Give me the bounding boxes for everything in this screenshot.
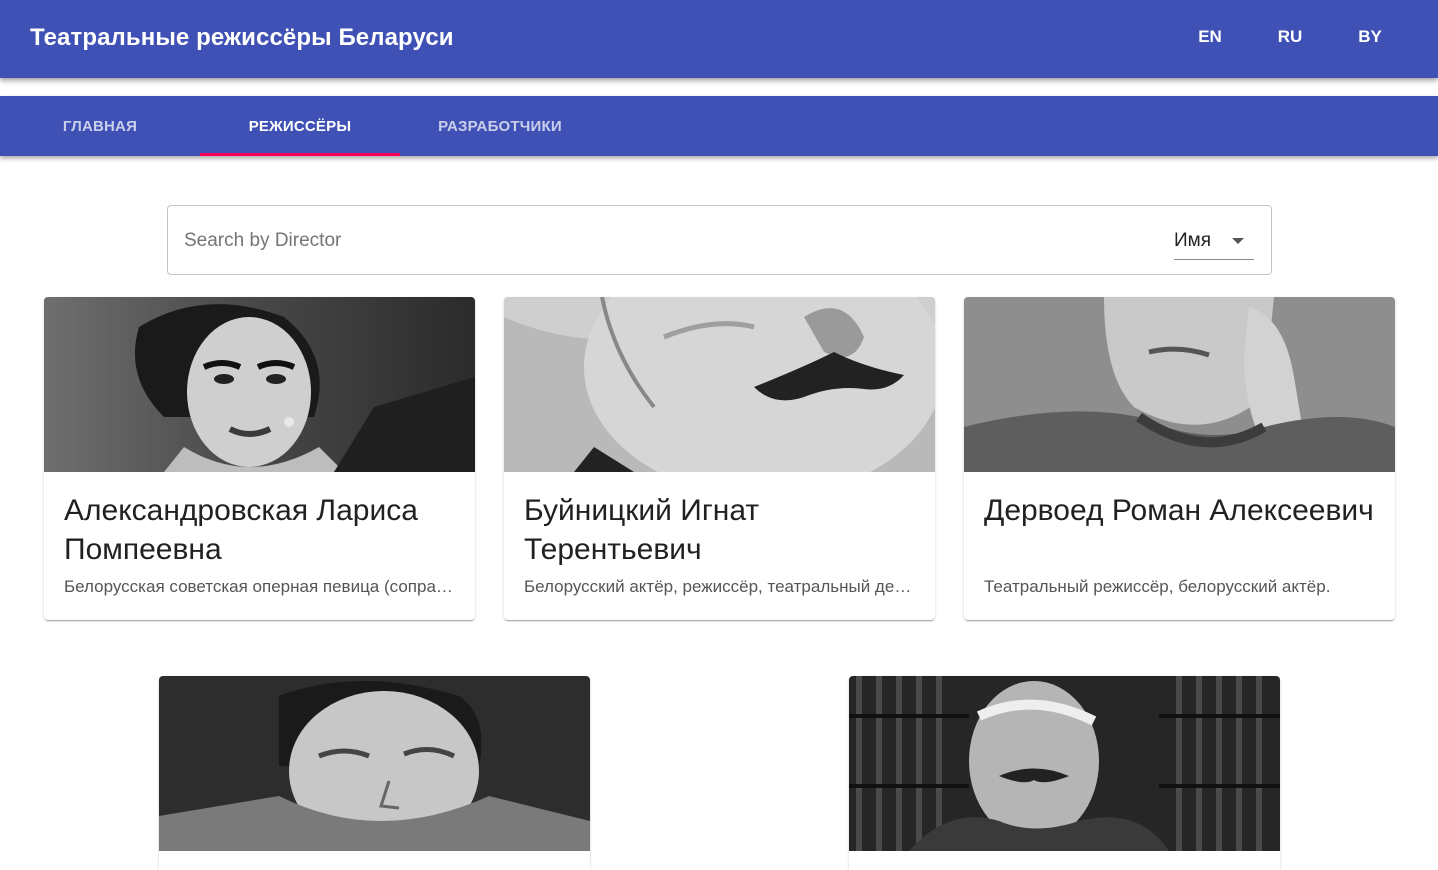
director-search-box: Имя (167, 205, 1272, 275)
director-description: Белорусская советская оперная певица (со… (64, 577, 459, 596)
director-name: Буйницкий Игнат Терентьевич (524, 494, 760, 566)
director-card[interactable]: Дервоед Роман Алексеевич Театральный реж… (964, 297, 1395, 620)
director-description: Белорусский актёр, режиссёр, театральный… (524, 577, 919, 596)
director-photo (964, 297, 1395, 472)
tab-home[interactable]: Главная (0, 96, 200, 156)
director-card[interactable] (159, 676, 590, 870)
search-field-select[interactable]: Имя (1174, 226, 1254, 260)
director-description: Театральный режиссёр, белорусский актёр. (984, 577, 1331, 596)
tab-bar: Главная Режиссёры Разработчики (0, 96, 1438, 156)
director-card[interactable]: Александровская Лариса Помпеевна Белорус… (44, 297, 475, 620)
director-name: Дервоед Роман Алексеевич (984, 494, 1374, 527)
search-field-select-value: Имя (1174, 230, 1212, 251)
director-card[interactable] (849, 676, 1280, 870)
director-name: Александровская Лариса Помпеевна (64, 494, 418, 566)
active-tab-indicator (200, 153, 400, 156)
app-title: Театральные режиссёры Беларуси (30, 24, 454, 51)
director-photo (44, 297, 475, 472)
language-ru-button[interactable]: RU (1260, 27, 1320, 47)
app-bar: Театральные режиссёры Беларуси EN RU BY (0, 0, 1438, 78)
tab-directors[interactable]: Режиссёры (200, 96, 400, 156)
director-photo (159, 676, 590, 851)
director-card[interactable]: Буйницкий Игнат Терентьевич Белорусский … (504, 297, 935, 620)
tab-developers[interactable]: Разработчики (400, 96, 600, 156)
director-photo (504, 297, 935, 472)
language-en-button[interactable]: EN (1180, 27, 1240, 47)
language-by-button[interactable]: BY (1340, 27, 1400, 47)
search-input[interactable] (184, 224, 1144, 258)
director-photo (849, 676, 1280, 851)
caret-down-icon (1232, 238, 1244, 244)
